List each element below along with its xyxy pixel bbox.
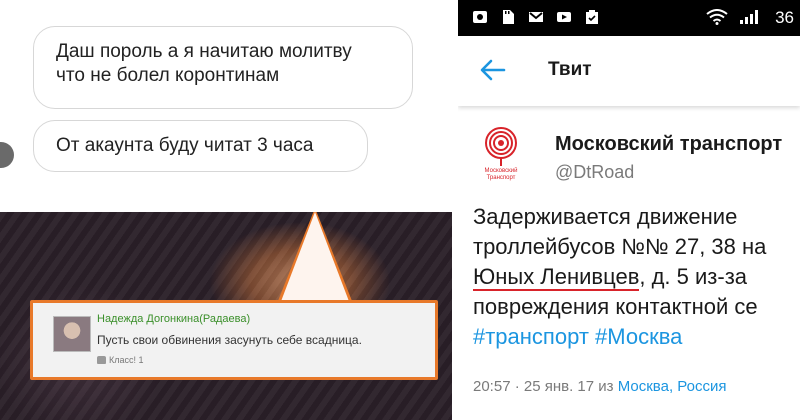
account-name[interactable]: Московский транспорт [555,133,782,156]
chat-panel: Даш пороль а я начитаю молитву что не бо… [0,0,452,196]
page-title: Твит [548,59,592,80]
tweet-line: Юных Ленивцев, д. 5 из-за [473,262,800,292]
tweet-text: Задерживается движение троллейбусов №№ 2… [473,202,800,352]
tweet-meta: 20:57 · 25 янв. 17 из Москва, Россия [473,378,726,395]
comment-author[interactable]: Надежда Догонкина(Радаева) [97,313,250,325]
moscow-transport-logo[interactable]: Московский Транспорт [472,124,530,182]
status-time: 36 [775,8,794,27]
sd-card-icon [503,10,514,24]
twitter-panel: 36 Твит Московский Транспорт Московский … [458,0,800,420]
comment-box: Надежда Догонкина(Радаева) Пусть свои об… [30,300,438,380]
like-label: Класс! 1 [109,355,144,365]
tweet: Московский Транспорт Московский транспор… [458,106,800,420]
speech-arrow [280,212,350,304]
tweet-line: повреждения контактной се [473,294,758,319]
tweet-line-tail: , д. 5 из-за [639,264,748,289]
gmail-icon [529,12,543,22]
comment-avatar[interactable] [53,316,91,352]
underlined-street-name: Юных Ленивцев [473,264,640,291]
clipboard-icon [586,10,598,24]
hashtag-link[interactable]: #транспорт [473,324,589,349]
like-button[interactable]: Класс! 1 [97,355,144,365]
notification-icon [473,11,487,23]
chat-message-line: Даш пороль а я начитаю молитву [56,41,352,62]
twitter-header: Твит [458,36,800,106]
wifi-icon [706,9,728,25]
chat-message-line: От акаунта буду читат 3 часа [56,135,314,156]
tweet-line: Задерживается движение [473,204,738,229]
chat-message: От акаунта буду читат 3 часа [33,120,368,172]
account-handle[interactable]: @DtRoad [555,162,634,183]
status-bar: 36 [458,0,800,36]
comment-text: Пусть свои обвинения засунуть себе всадн… [97,333,362,347]
location-link[interactable]: Москва [618,378,669,395]
youtube-icon [557,12,571,22]
avatar[interactable] [0,142,14,168]
chat-message-line: что не болел коронтинам [56,65,280,86]
back-arrow-icon[interactable] [478,58,506,82]
hashtag-link[interactable]: #Москва [595,324,682,349]
logo-caption: Транспорт [487,175,516,181]
chat-message: Даш пороль а я начитаю молитву что не бо… [33,26,413,109]
tweet-timestamp: 20:57 · 25 янв. 17 из [473,378,614,395]
photo-panel: Надежда Догонкина(Радаева) Пусть свои об… [0,212,452,420]
signal-icon [740,10,758,24]
location-link[interactable]: Россия [677,378,726,395]
tweet-line: троллейбусов №№ 27, 38 на [473,234,767,259]
tweet-hashtags: #транспорт #Москва [473,322,800,352]
thumbs-up-icon [97,356,106,364]
logo-caption: Московский [485,167,518,174]
